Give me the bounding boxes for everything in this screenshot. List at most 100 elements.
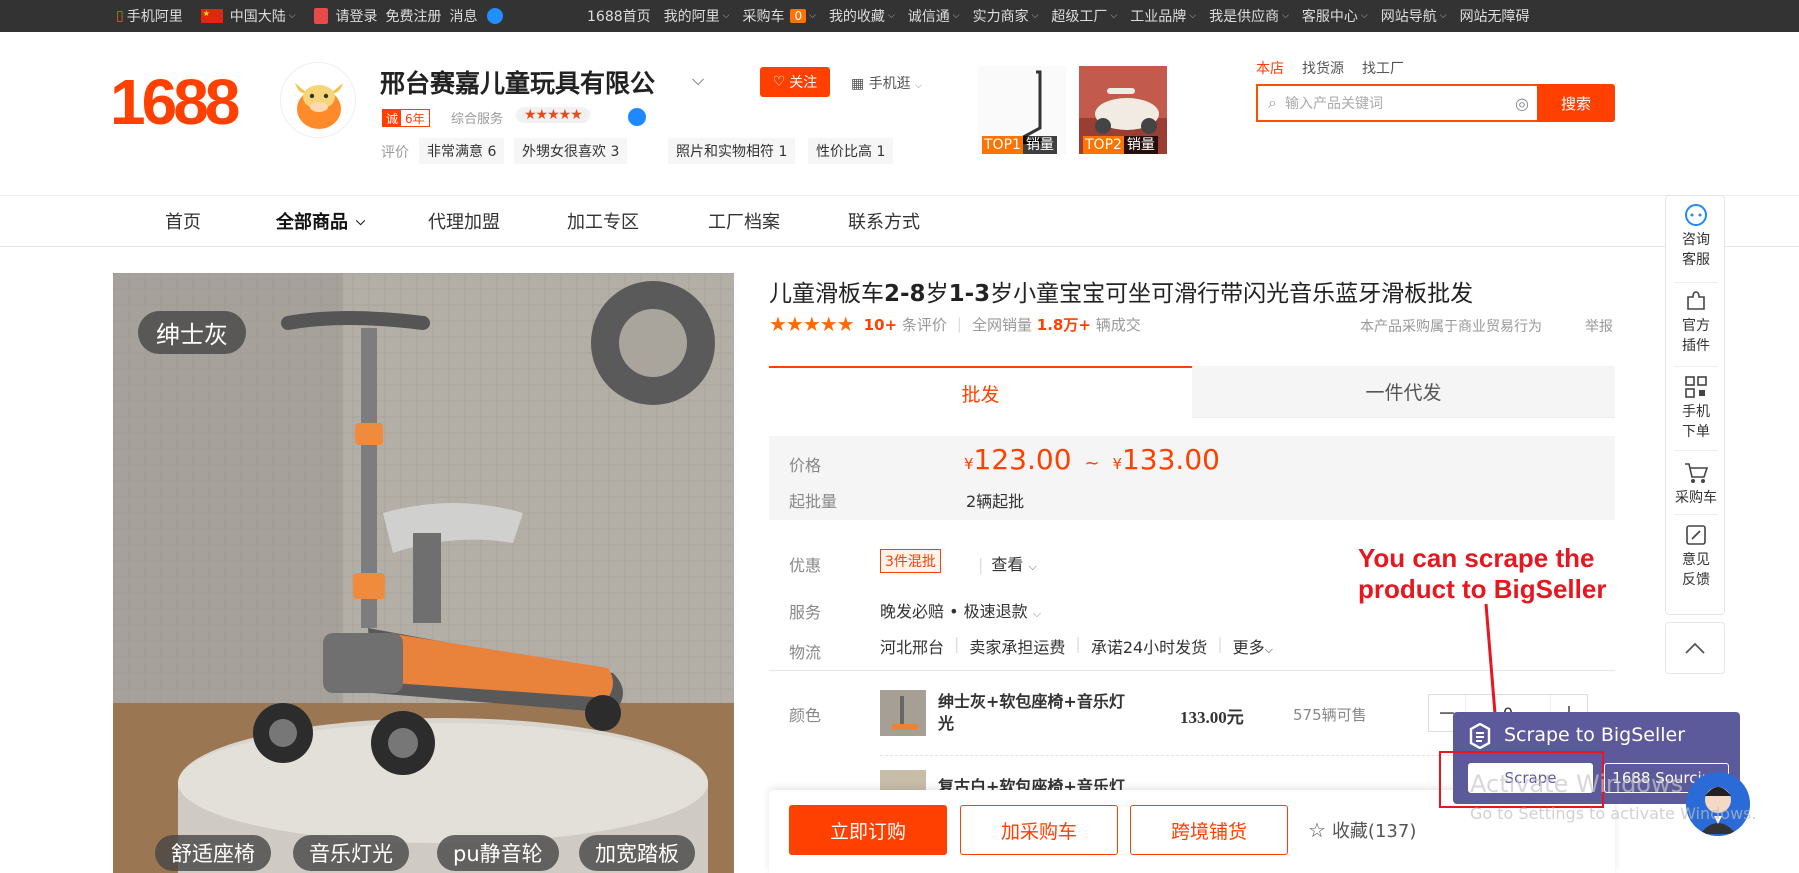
china-flag-icon: ★	[200, 9, 223, 23]
review-count-link[interactable]: 10+ 条评价	[864, 314, 947, 335]
topbar-link[interactable]: 客服中心 ⌵	[1302, 6, 1368, 26]
sidebar-item-mobile-order[interactable]: 手机 下单	[1666, 372, 1726, 442]
service-label: 服务	[789, 603, 822, 622]
chevron-down-icon: ⌵	[1189, 11, 1197, 21]
login-link[interactable]: 请登录	[336, 6, 378, 26]
review-tag[interactable]: 非常满意 6	[419, 138, 505, 164]
favorite-button[interactable]: ☆ 收藏(137)	[1308, 817, 1416, 843]
shop-avatar[interactable]	[280, 62, 356, 138]
shop-name[interactable]: 邢台赛嘉儿童玩具有限公	[380, 64, 655, 100]
nav-item-home[interactable]: 首页	[165, 195, 201, 247]
sidebar-item-cart[interactable]: 采购车	[1666, 458, 1726, 508]
sidebar-item-customer-service[interactable]: 咨询 客服	[1666, 200, 1726, 270]
variant-image	[880, 770, 926, 790]
variant-thumbnail[interactable]	[880, 690, 926, 736]
image-tag-color: 绅士灰	[138, 311, 246, 354]
heart-plus-icon: ♡	[772, 74, 786, 90]
add-to-cart-button[interactable]: 加采购车	[960, 805, 1118, 855]
search-tab-shop[interactable]: 本店	[1256, 58, 1284, 78]
chevron-down-icon: ⌵	[1439, 11, 1447, 21]
topbar-link[interactable]: 实力商家 ⌵	[973, 6, 1039, 26]
top-rank-label: TOP1 销量	[982, 136, 1057, 154]
topbar-link[interactable]: 我的阿里 ⌵	[664, 6, 730, 26]
sidebar-item-plugin[interactable]: 官方 插件	[1666, 286, 1726, 356]
review-tag[interactable]: 性价比高 1	[808, 138, 894, 164]
variant-thumbnail[interactable]	[880, 770, 926, 790]
search-input[interactable]	[1284, 95, 1485, 111]
1688-logo[interactable]: 1688	[110, 66, 240, 138]
topbar-link[interactable]: 诚信通 ⌵	[908, 6, 960, 26]
nav-item-all-products[interactable]: 全部商品 ⌵	[276, 195, 365, 247]
price-label: 价格	[789, 456, 822, 475]
scooter-photo	[113, 273, 734, 873]
register-link[interactable]: 免费注册	[386, 6, 442, 26]
chevron-down-icon[interactable]: ⌵	[692, 70, 704, 90]
back-to-top-button[interactable]	[1665, 622, 1725, 674]
topbar-link[interactable]: 工业品牌 ⌵	[1130, 6, 1196, 26]
mobile-browse-link[interactable]: ▦ 手机逛 ⌵	[851, 73, 922, 93]
sidebar-item-feedback[interactable]: 意见 反馈	[1666, 520, 1726, 590]
report-link[interactable]: 举报	[1585, 316, 1613, 336]
top-product-1[interactable]: TOP1 销量	[978, 66, 1066, 154]
promo-label: 优惠	[789, 556, 822, 575]
verified-badge-icon	[628, 108, 646, 126]
chevron-down-icon: ⌵	[288, 11, 296, 21]
chevron-down-icon: ⌵	[809, 11, 816, 21]
nav-item-contact[interactable]: 联系方式	[848, 195, 920, 247]
chevron-down-icon: ⌵	[915, 81, 922, 91]
edit-icon	[1684, 520, 1708, 550]
top-bar: ▯ 手机阿里 ★ 中国大陆 ⌵ 请登录 免费注册 消息 1688首页 我的阿里 ⌵ 采购车 0…	[0, 0, 1799, 32]
top-product-2[interactable]: TOP2 销量	[1079, 66, 1167, 154]
mobile-alibaba-link[interactable]: ▯ 手机阿里	[116, 6, 183, 26]
chevron-up-icon	[1684, 639, 1706, 658]
message-bubble-icon[interactable]	[486, 8, 503, 24]
price-range: ¥123.00 ~ ¥133.00	[964, 443, 1220, 476]
cross-border-button[interactable]: 跨境铺货	[1130, 805, 1288, 855]
search-tab-factory[interactable]: 找工厂	[1362, 58, 1404, 78]
product-main-image[interactable]: 绅士灰 舒适座椅 音乐灯光 pu静音轮 加宽踏板	[113, 273, 734, 873]
bigseller-title: Scrape to BigSeller	[1504, 724, 1686, 746]
chevron-down-icon: ⌵	[952, 11, 960, 21]
chengxintong-badge: 诚 6年	[382, 109, 430, 127]
topbar-link[interactable]: 采购车 0 ⌵	[742, 6, 816, 26]
topbar-link[interactable]: 网站导航 ⌵	[1381, 6, 1447, 26]
right-sidebar: 咨询 客服 官方 插件 手机 下单 采购车 意见 反馈	[1665, 195, 1725, 615]
tab-dropship[interactable]: 一件代发	[1192, 366, 1615, 418]
chevron-down-icon: ⌵	[887, 11, 895, 21]
color-label: 颜色	[789, 706, 822, 725]
nav-item-factory-profile[interactable]: 工厂档案	[708, 195, 780, 247]
topbar-link[interactable]: 网站无障碍	[1460, 6, 1530, 26]
annotation-text: You can scrape the product to BigSeller	[1358, 543, 1607, 604]
region-selector[interactable]: ★ 中国大陆 ⌵	[200, 6, 296, 26]
topbar-link[interactable]: 超级工厂 ⌵	[1051, 6, 1117, 26]
user-badge-icon	[313, 8, 328, 24]
tab-wholesale[interactable]: 批发	[769, 366, 1192, 418]
review-tag[interactable]: 外甥女很喜欢 3	[514, 138, 628, 164]
chat-icon	[1683, 200, 1709, 230]
mixed-batch-badge: 3件混批	[880, 549, 941, 573]
search-button[interactable]: 搜索	[1537, 84, 1615, 122]
rating-stars: ★★★★★	[769, 312, 855, 336]
follow-button[interactable]: ♡ 关注	[760, 67, 830, 97]
search-tab-source[interactable]: 找货源	[1302, 58, 1344, 78]
messages-link[interactable]: 消息	[450, 6, 478, 26]
topbar-link[interactable]: 我的收藏 ⌵	[829, 6, 895, 26]
nav-item-agency[interactable]: 代理加盟	[428, 195, 500, 247]
more-logistics-link[interactable]: 更多⌵	[1233, 634, 1273, 658]
topbar-link[interactable]: 我是供应商 ⌵	[1209, 6, 1289, 26]
chevron-down-icon: ⌵	[1264, 643, 1273, 656]
nav-item-processing[interactable]: 加工专区	[567, 195, 639, 247]
image-tag: 加宽踏板	[579, 835, 695, 871]
chevron-down-icon: ⌵	[356, 213, 366, 228]
topbar-link[interactable]: 1688首页	[587, 6, 651, 26]
camera-icon[interactable]: ◎	[1515, 94, 1529, 113]
moq-value: 2辆起批	[966, 492, 1025, 511]
variant-image	[880, 690, 926, 736]
service-value[interactable]: 晚发必赔 • 极速退款 ⌵	[880, 598, 1041, 622]
rating-row: ★★★★★ 10+ 条评价 | 全网销量 1.8万+ 辆成交	[769, 312, 1141, 336]
promo-view-link[interactable]: | 查看 ⌵	[978, 551, 1037, 575]
order-now-button[interactable]: 立即订购	[789, 805, 947, 855]
qr-code-icon	[1684, 372, 1708, 402]
cart-count-badge: 0	[790, 9, 807, 23]
review-tag[interactable]: 照片和实物相符 1	[668, 138, 796, 164]
